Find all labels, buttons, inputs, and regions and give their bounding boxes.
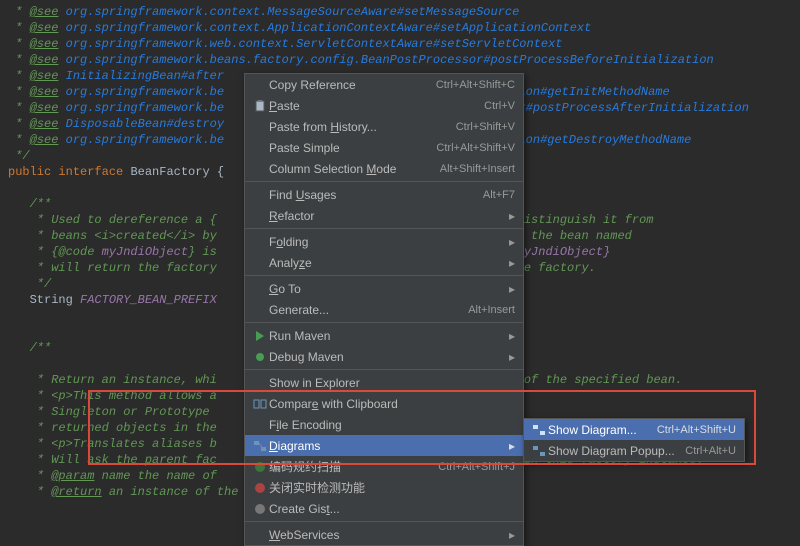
diagram-icon xyxy=(251,440,269,452)
github-icon xyxy=(251,503,269,515)
code-line: * @see org.springframework.context.Appli… xyxy=(8,20,792,36)
cancel-icon xyxy=(251,482,269,494)
compare-icon xyxy=(251,398,269,410)
bug-icon xyxy=(251,351,269,363)
menu-analyze[interactable]: Analyze▸ xyxy=(245,252,523,273)
check-icon xyxy=(251,461,269,473)
diagram-icon xyxy=(530,445,548,457)
menu-copy-reference[interactable]: Copy ReferenceCtrl+Alt+Shift+C xyxy=(245,74,523,95)
code-line: * @see org.springframework.context.Messa… xyxy=(8,4,792,20)
code-line: * @see org.springframework.beans.factory… xyxy=(8,52,792,68)
context-menu: Copy ReferenceCtrl+Alt+Shift+C PasteCtrl… xyxy=(244,73,524,546)
menu-folding[interactable]: Folding▸ xyxy=(245,231,523,252)
diagrams-submenu: Show Diagram...Ctrl+Alt+Shift+U Show Dia… xyxy=(523,418,745,462)
menu-compare-clipboard[interactable]: Compare with Clipboard xyxy=(245,393,523,414)
paste-icon xyxy=(251,99,269,113)
menu-find-usages[interactable]: Find UsagesAlt+F7 xyxy=(245,184,523,205)
menu-webservices[interactable]: WebServices▸ xyxy=(245,524,523,545)
menu-debug-maven[interactable]: Debug Maven▸ xyxy=(245,346,523,367)
submenu-show-diagram[interactable]: Show Diagram...Ctrl+Alt+Shift+U xyxy=(524,419,744,440)
menu-scan[interactable]: 编码规约扫描Ctrl+Alt+Shift+J xyxy=(245,456,523,477)
separator xyxy=(245,181,523,182)
separator xyxy=(245,322,523,323)
menu-file-encoding[interactable]: File Encoding xyxy=(245,414,523,435)
separator xyxy=(245,521,523,522)
menu-run-maven[interactable]: Run Maven▸ xyxy=(245,325,523,346)
menu-paste-simple[interactable]: Paste SimpleCtrl+Alt+Shift+V xyxy=(245,137,523,158)
separator xyxy=(245,369,523,370)
menu-diagrams[interactable]: Diagrams▸ xyxy=(245,435,523,456)
menu-column-selection[interactable]: Column Selection ModeAlt+Shift+Insert xyxy=(245,158,523,179)
submenu-show-diagram-popup[interactable]: Show Diagram Popup...Ctrl+Alt+U xyxy=(524,440,744,461)
menu-goto[interactable]: Go To▸ xyxy=(245,278,523,299)
code-line: * @see org.springframework.web.context.S… xyxy=(8,36,792,52)
menu-paste-history[interactable]: Paste from History...Ctrl+Shift+V xyxy=(245,116,523,137)
menu-create-gist[interactable]: Create Gist... xyxy=(245,498,523,519)
menu-paste[interactable]: PasteCtrl+V xyxy=(245,95,523,116)
menu-generate[interactable]: Generate...Alt+Insert xyxy=(245,299,523,320)
play-icon xyxy=(251,330,269,342)
menu-show-explorer[interactable]: Show in Explorer xyxy=(245,372,523,393)
menu-refactor[interactable]: Refactor▸ xyxy=(245,205,523,226)
menu-realtime-off[interactable]: 关闭实时检测功能 xyxy=(245,477,523,498)
diagram-icon xyxy=(530,424,548,436)
separator xyxy=(245,228,523,229)
separator xyxy=(245,275,523,276)
